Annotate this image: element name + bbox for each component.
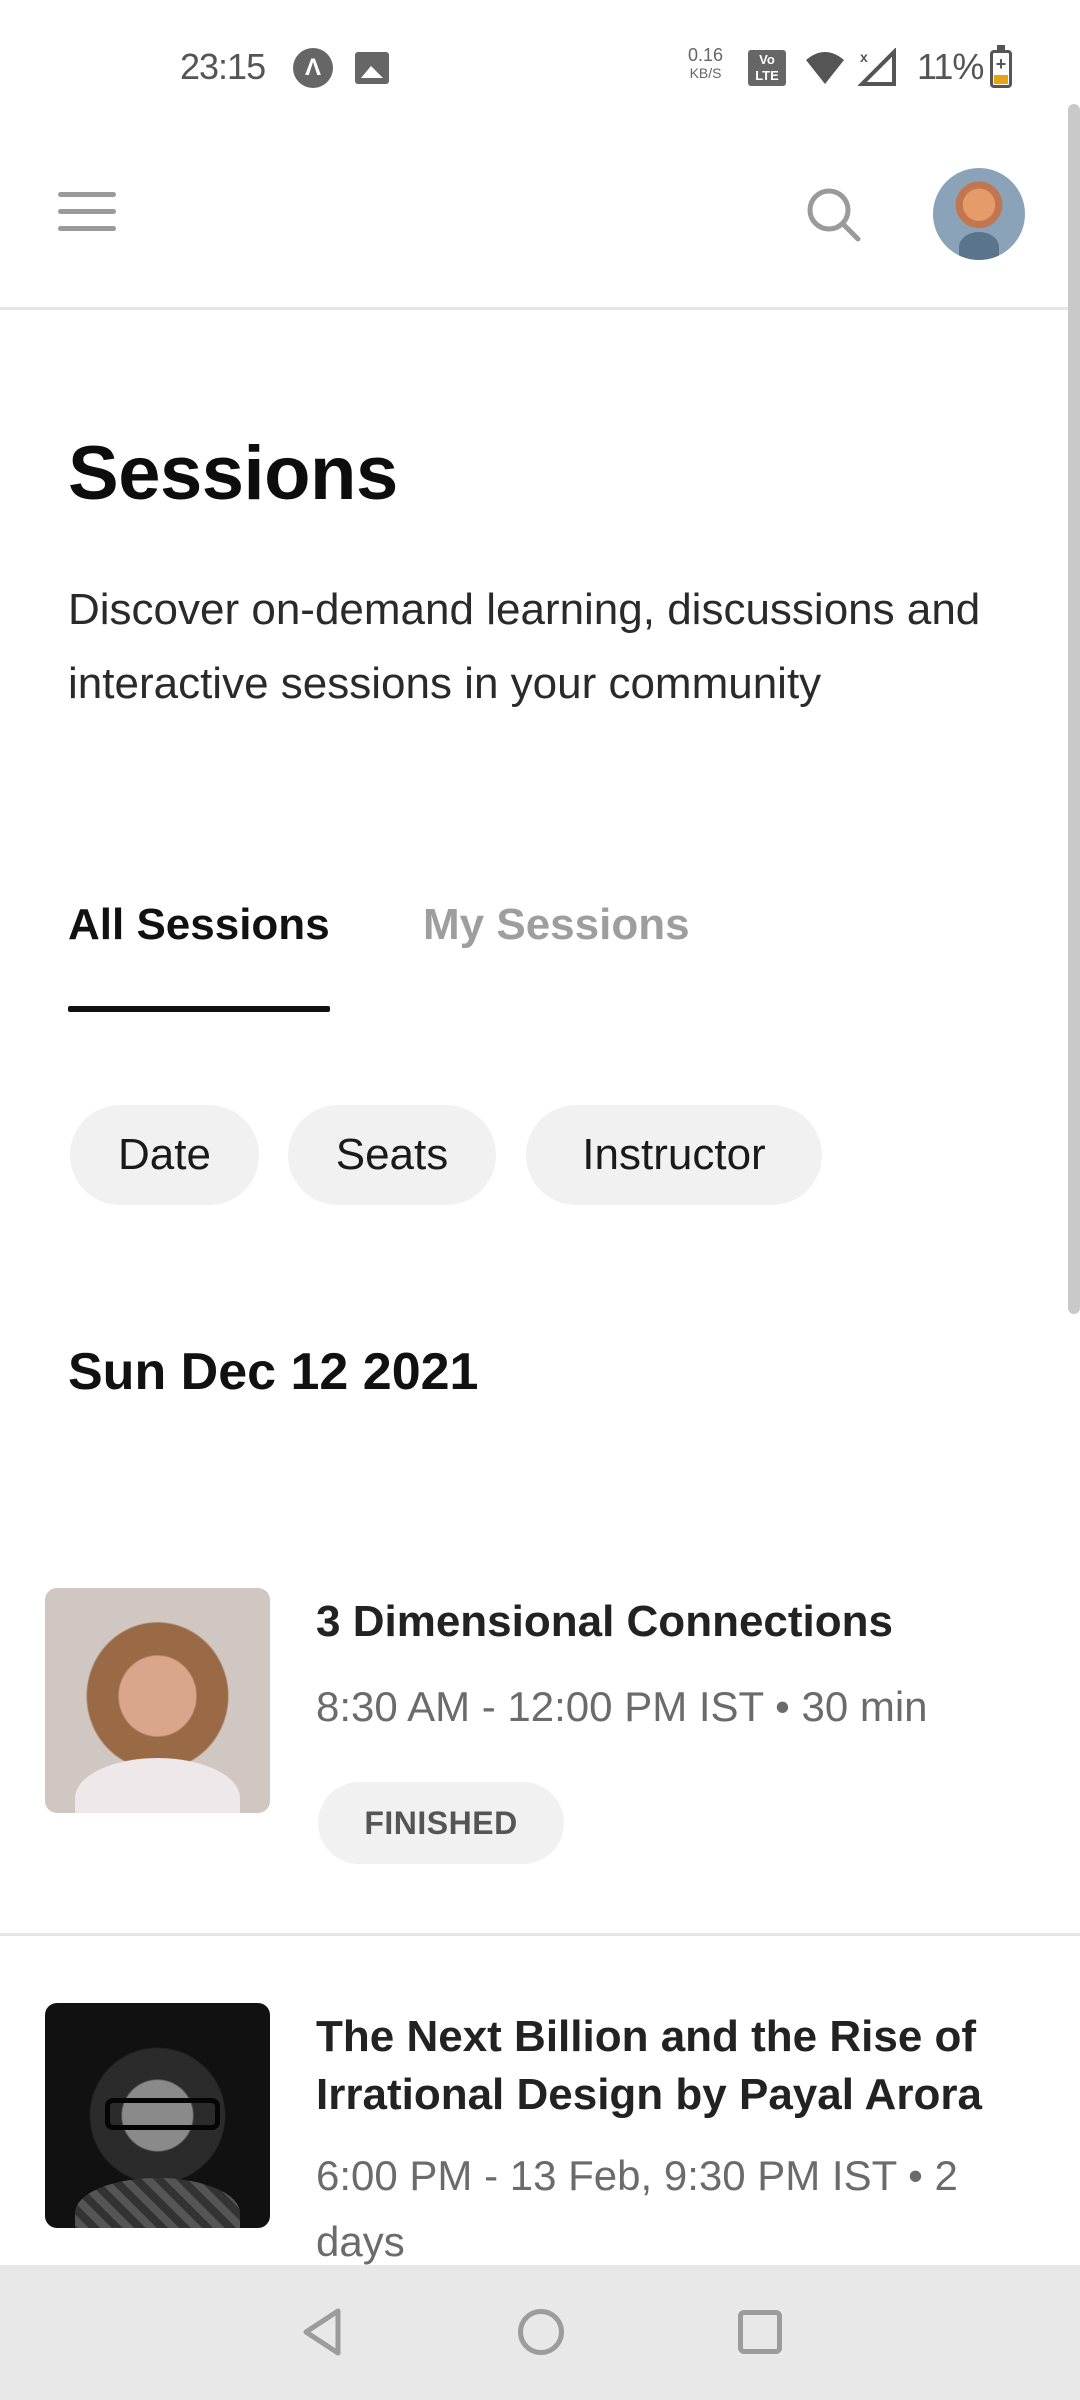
session-title[interactable]: 3 Dimensional Connections [316, 1593, 1036, 1651]
date-heading: Sun Dec 12 2021 [68, 1343, 479, 1401]
recents-icon[interactable] [738, 2310, 782, 2354]
status-time: 23:15 [180, 46, 266, 87]
session-meta: 8:30 AM - 12:00 PM IST • 30 min [316, 1683, 928, 1730]
svg-text:x: x [860, 49, 868, 65]
home-icon[interactable] [518, 2309, 564, 2355]
network-speed-value: 0.16 [688, 45, 724, 65]
filter-date-chip[interactable]: Date [70, 1105, 259, 1205]
tab-all-sessions[interactable]: All Sessions [68, 890, 330, 1012]
app-notification-icon: Λ [293, 48, 333, 88]
session-tabs: All Sessions My Sessions [68, 890, 968, 1012]
user-avatar[interactable] [933, 168, 1025, 260]
network-speed-unit: KB/S [689, 65, 722, 81]
network-speed: 0.16 KB/S [688, 46, 723, 82]
volte-icon: Vo LTE [748, 50, 786, 86]
app-header [0, 100, 1080, 310]
hamburger-menu-icon[interactable] [58, 192, 116, 234]
session-instructor-photo [45, 1588, 270, 1813]
session-title[interactable]: The Next Billion and the Rise of Irratio… [316, 2008, 1036, 2124]
session-meta: 6:00 PM - 13 Feb, 9:30 PM IST • 2 days [316, 2152, 958, 2265]
filter-instructor-chip[interactable]: Instructor [526, 1105, 822, 1205]
back-icon[interactable] [300, 2307, 344, 2357]
wifi-icon [806, 52, 844, 84]
page-description: Discover on-demand learning, discussions… [68, 585, 981, 708]
system-nav-bar [0, 2265, 1080, 2400]
battery-percent: 11% [917, 46, 984, 87]
battery-charging-icon: + [990, 45, 1012, 88]
status-badge: FINISHED [318, 1782, 564, 1864]
filter-seats-chip[interactable]: Seats [288, 1105, 496, 1205]
status-bar: 23:15 Λ 0.16 KB/S Vo LTE x 11% + [0, 0, 1080, 100]
session-instructor-photo [45, 2003, 270, 2228]
session-card[interactable]: 3 Dimensional Connections 8:30 AM - 12:0… [0, 1588, 1080, 1936]
page-title: Sessions [68, 431, 398, 516]
signal-icon: x [858, 48, 896, 86]
tab-my-sessions[interactable]: My Sessions [423, 890, 690, 1012]
search-icon[interactable] [805, 186, 861, 242]
image-notification-icon [355, 52, 389, 84]
session-card[interactable]: The Next Billion and the Rise of Irratio… [0, 2003, 1080, 2265]
scrollbar[interactable] [1068, 104, 1080, 1314]
